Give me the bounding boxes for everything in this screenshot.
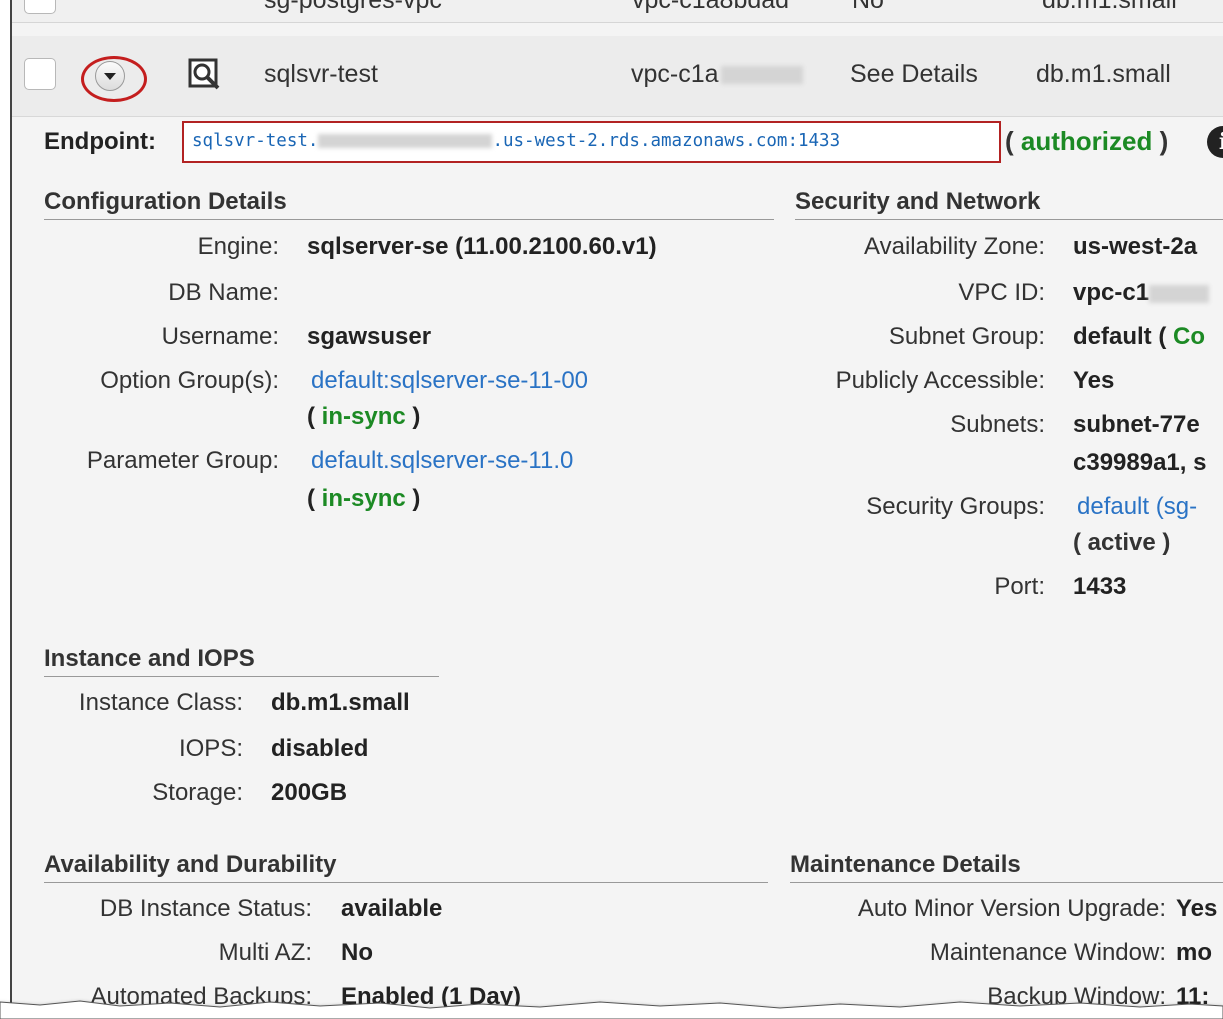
instance-class-label: Instance Class: xyxy=(78,689,243,716)
class-cell: db.m1.small xyxy=(1042,0,1177,14)
see-details-link[interactable]: See Details xyxy=(850,60,978,89)
multi-az-label: Multi AZ: xyxy=(218,939,312,966)
parameter-group-status: ( in-sync ) xyxy=(307,485,421,512)
security-groups-label: Security Groups: xyxy=(866,493,1045,520)
iops-value: disabled xyxy=(271,735,369,762)
subnets-value-2: c39989a1, s xyxy=(1073,449,1207,476)
expand-chevron-icon[interactable] xyxy=(95,61,125,91)
engine-label: Engine: xyxy=(197,233,279,260)
option-group-status: ( in-sync ) xyxy=(307,403,421,430)
subnet-group-label: Subnet Group: xyxy=(888,323,1045,350)
vpc-id-value: vpc-c1 xyxy=(1073,279,1210,307)
torn-edge-decoration xyxy=(0,1000,1223,1019)
endpoint-status: ( authorized ) xyxy=(1005,126,1169,156)
section-title-availability: Availability and Durability xyxy=(44,851,337,878)
az-label: Availability Zone: xyxy=(864,233,1045,260)
subnet-group-value[interactable]: default ( Co xyxy=(1073,323,1205,351)
engine-value: sqlserver-se (11.00.2100.60.v1) xyxy=(307,233,657,260)
instance-name[interactable]: sg-postgres-vpc xyxy=(264,0,442,15)
instance-status-label: DB Instance Status: xyxy=(99,895,312,922)
subnets-label: Subnets: xyxy=(950,411,1045,438)
section-divider xyxy=(44,676,439,677)
section-divider xyxy=(790,882,1223,883)
option-group-link[interactable]: default:sqlserver-se-11-00 xyxy=(311,367,588,395)
dbname-label: DB Name: xyxy=(168,279,279,306)
section-divider xyxy=(795,219,1223,220)
username-label: Username: xyxy=(161,323,279,350)
port-label: Port: xyxy=(994,573,1045,600)
redacted-text xyxy=(318,134,493,148)
section-title-security: Security and Network xyxy=(795,188,1041,215)
parameter-group-label: Parameter Group: xyxy=(86,447,279,474)
storage-label: Storage: xyxy=(152,779,243,806)
auto-upgrade-value: Yes xyxy=(1176,895,1218,922)
endpoint-value[interactable]: sqlsvr-test. .us-west-2.rds.amazonaws.com… xyxy=(192,131,840,151)
security-group-status: ( active ) xyxy=(1073,529,1171,556)
subnets-value-1: subnet-77e xyxy=(1073,411,1200,438)
section-title-configuration: Configuration Details xyxy=(44,188,287,215)
redacted-text xyxy=(1149,284,1210,303)
endpoint-label: Endpoint: xyxy=(44,128,156,155)
row-checkbox[interactable] xyxy=(24,58,56,90)
class-cell: db.m1.small xyxy=(1036,60,1171,88)
maintenance-window-label: Maintenance Window: xyxy=(929,939,1166,966)
vpc-cell: vpc-c1a xyxy=(631,60,803,89)
security-group-link[interactable]: default (sg- xyxy=(1077,493,1197,521)
endpoint-field[interactable]: sqlsvr-test. .us-west-2.rds.amazonaws.com… xyxy=(182,121,1001,163)
section-title-maintenance: Maintenance Details xyxy=(790,851,1021,878)
db-instance-panel: sg-postgres-vpc vpc-c1a8bdad No db.m1.sm… xyxy=(10,0,1223,1010)
parameter-group-link[interactable]: default.sqlserver-se-11.0 xyxy=(311,447,573,475)
table-row-previous[interactable]: sg-postgres-vpc vpc-c1a8bdad No db.m1.sm… xyxy=(12,0,1223,23)
public-value: Yes xyxy=(1073,367,1115,394)
maintenance-window-value: mo xyxy=(1176,939,1212,966)
username-value: sgawsuser xyxy=(307,323,432,350)
section-divider xyxy=(44,219,774,220)
az-value: us-west-2a xyxy=(1073,233,1198,260)
iops-label: IOPS: xyxy=(178,735,243,762)
vpc-id-label: VPC ID: xyxy=(958,279,1045,306)
row-checkbox[interactable] xyxy=(24,0,56,14)
storage-value: 200GB xyxy=(271,779,348,806)
auto-upgrade-label: Auto Minor Version Upgrade: xyxy=(857,895,1166,922)
vpc-cell: vpc-c1a8bdad xyxy=(632,0,790,14)
instance-status-value: available xyxy=(341,895,443,922)
option-group-label: Option Group(s): xyxy=(100,367,279,394)
port-value: 1433 xyxy=(1073,573,1127,600)
info-icon[interactable]: i xyxy=(1207,126,1223,158)
multi-az-cell: No xyxy=(852,0,884,14)
magnifier-icon[interactable] xyxy=(188,58,224,90)
public-label: Publicly Accessible: xyxy=(835,367,1045,394)
multi-az-value: No xyxy=(341,939,373,966)
instance-class-value: db.m1.small xyxy=(271,689,410,716)
redacted-text xyxy=(720,66,803,85)
instance-name[interactable]: sqlsvr-test xyxy=(264,60,378,89)
section-title-instance: Instance and IOPS xyxy=(44,645,255,672)
section-divider xyxy=(44,882,768,883)
